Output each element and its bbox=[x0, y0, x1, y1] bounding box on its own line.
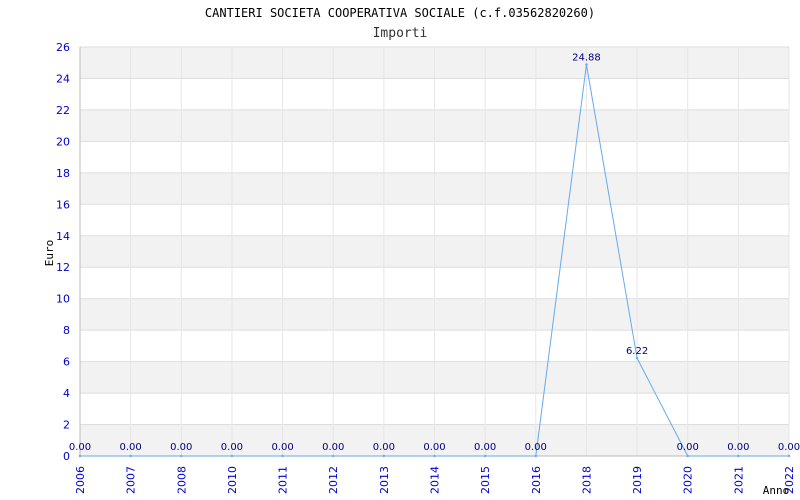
data-label: 0.00 bbox=[69, 442, 91, 453]
data-point bbox=[281, 454, 284, 458]
y-tick-label: 6 bbox=[63, 356, 70, 369]
x-tick-label: 2016 bbox=[530, 466, 543, 494]
x-tick-label: 2011 bbox=[277, 466, 290, 494]
x-tick-label: 2010 bbox=[226, 466, 239, 494]
data-label: 0.00 bbox=[120, 442, 142, 453]
data-point bbox=[433, 454, 436, 458]
data-point bbox=[129, 454, 132, 458]
data-label: 24.88 bbox=[572, 53, 601, 64]
y-tick-label: 18 bbox=[56, 167, 70, 180]
x-tick-label: 2014 bbox=[429, 466, 442, 494]
y-tick-label: 4 bbox=[63, 387, 70, 400]
chart-subtitle: Importi bbox=[373, 26, 428, 41]
data-point bbox=[686, 454, 689, 458]
data-label: 0.00 bbox=[373, 442, 395, 453]
data-label: 0.00 bbox=[778, 442, 800, 453]
data-label: 0.00 bbox=[221, 442, 243, 453]
y-tick-label: 22 bbox=[56, 104, 70, 117]
data-label: 0.00 bbox=[677, 442, 699, 453]
x-tick-label: 2008 bbox=[175, 466, 188, 494]
y-axis-title: Euro bbox=[43, 240, 56, 267]
line-chart: CANTIERI SOCIETA COOPERATIVA SOCIALE (c.… bbox=[43, 6, 800, 497]
data-label: 0.00 bbox=[727, 442, 749, 453]
y-tick-label: 10 bbox=[56, 293, 70, 306]
x-tick-label: 2019 bbox=[631, 466, 644, 494]
x-tick-label: 2020 bbox=[682, 466, 695, 494]
data-point bbox=[382, 454, 386, 458]
chart-title: CANTIERI SOCIETA COOPERATIVA SOCIALE (c.… bbox=[205, 6, 595, 20]
y-tick-label: 8 bbox=[63, 324, 70, 337]
data-label: 0.00 bbox=[271, 442, 293, 453]
data-point bbox=[787, 454, 791, 458]
data-point bbox=[180, 454, 183, 458]
data-point bbox=[483, 454, 487, 458]
y-tick-label: 14 bbox=[56, 230, 70, 243]
data-point bbox=[332, 454, 335, 458]
data-label: 0.00 bbox=[322, 442, 344, 453]
y-tick-label: 12 bbox=[56, 261, 70, 274]
data-label: 0.00 bbox=[423, 442, 445, 453]
x-tick-label: 2013 bbox=[378, 466, 391, 494]
data-point bbox=[534, 454, 537, 458]
x-tick-labels: 2006 2007 2008 2010 2011 2012 2013 2014 2015 2016… bbox=[74, 466, 796, 494]
y-tick-label: 2 bbox=[63, 419, 70, 432]
data-label: 6.22 bbox=[626, 346, 648, 357]
x-axis-title: Anno bbox=[763, 484, 790, 497]
data-point bbox=[585, 63, 588, 66]
y-tick-label: 16 bbox=[56, 198, 70, 211]
x-tick-label: 2018 bbox=[580, 466, 593, 494]
x-tick-label: 2021 bbox=[732, 466, 745, 494]
x-tick-label: 2006 bbox=[74, 466, 87, 494]
chart: CANTIERI SOCIETA COOPERATIVA SOCIALE (c.… bbox=[0, 0, 800, 500]
y-tick-label: 26 bbox=[56, 41, 70, 54]
data-label: 0.00 bbox=[525, 442, 547, 453]
data-point bbox=[230, 454, 234, 458]
x-tick-label: 2015 bbox=[479, 466, 492, 494]
x-tick-label: 2007 bbox=[125, 466, 138, 494]
y-tick-label: 24 bbox=[56, 72, 70, 85]
data-point bbox=[737, 454, 740, 458]
data-point bbox=[78, 454, 82, 458]
data-point bbox=[635, 356, 639, 360]
y-tick-labels: 02468101214161820222426 bbox=[56, 41, 70, 463]
data-label: 0.00 bbox=[474, 442, 496, 453]
y-tick-label: 20 bbox=[56, 135, 70, 148]
data-label: 0.00 bbox=[170, 442, 192, 453]
x-tick-label: 2012 bbox=[327, 466, 340, 494]
